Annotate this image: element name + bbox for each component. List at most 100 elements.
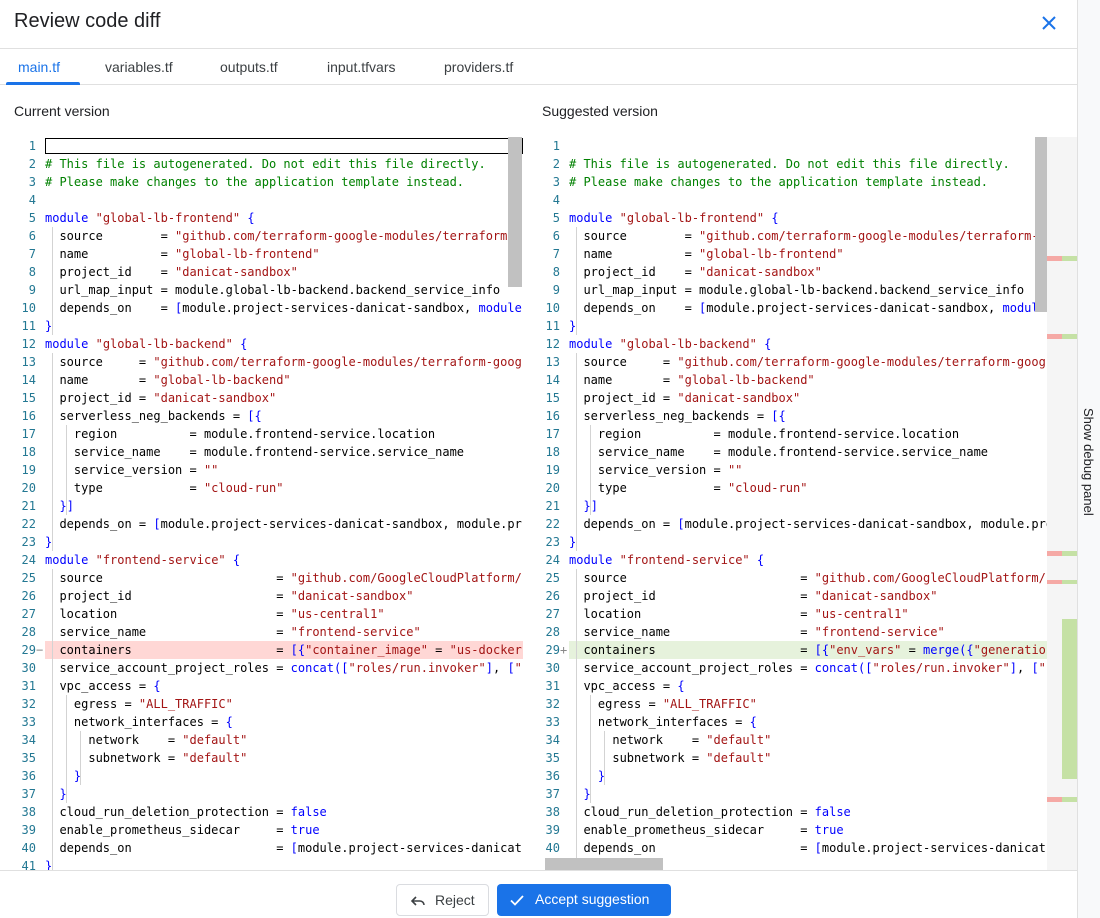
code-text: }] (59, 499, 74, 513)
current-line-highlight (569, 138, 1047, 154)
code-line: 29− containers = [{"container_image" = "… (14, 641, 523, 659)
code-line: 34 network = "default" (14, 731, 523, 749)
horizontal-scrollbar[interactable] (545, 858, 663, 870)
current-line-highlight (45, 138, 523, 154)
code-text: egress = "ALL_TRAFFIC" (569, 697, 757, 711)
line-number: 17 (545, 427, 560, 441)
code-line: 36 } (538, 767, 1077, 785)
code-line: 39 enable_prometheus_sidecar = true (14, 821, 523, 839)
debug-panel-strip[interactable]: Show debug panel (1077, 0, 1100, 918)
line-number: 37 (21, 787, 36, 801)
line-number: 33 (545, 715, 560, 729)
code-text: depends_on = [module.project-services-da… (45, 517, 522, 531)
indent-guide (52, 353, 53, 551)
indent-guide (66, 425, 67, 515)
line-number: 26 (545, 589, 560, 603)
reject-button[interactable]: Reject (396, 884, 489, 916)
code-line: 5 module "global-lb-frontend" { (14, 209, 523, 227)
code-text: module "frontend-service" { (569, 553, 765, 567)
line-number: 21 (545, 499, 560, 513)
code-text: egress = "ALL_TRAFFIC" (45, 697, 233, 711)
code-text: } (73, 769, 82, 783)
overview-removed-mark (1047, 580, 1062, 584)
code-text: name = "global-lb-frontend" (45, 247, 320, 261)
line-number: 38 (545, 805, 560, 819)
diff-overview-ruler[interactable] (1047, 137, 1077, 870)
line-number: 2 (28, 157, 36, 171)
code-line: 31 vpc_access = { (14, 677, 523, 695)
code-line: 38 cloud_run_deletion_protection = false (14, 803, 523, 821)
line-number: 21 (21, 499, 36, 513)
close-button[interactable] (1038, 12, 1060, 34)
line-number: 5 (28, 211, 36, 225)
code-text: network = "default" (45, 733, 248, 747)
code-text: } (59, 787, 67, 801)
code-line: 7 name = "global-lb-frontend" (14, 245, 523, 263)
accept-label: Accept suggestion (535, 891, 650, 907)
line-number: 39 (545, 823, 560, 837)
code-line: 8 project_id = "danicat-sandbox" (14, 263, 523, 281)
line-number: 32 (545, 697, 560, 711)
code-text: module "frontend-service" { (45, 553, 241, 567)
indent-guide (52, 569, 53, 870)
code-text: project_id = "danicat-sandbox" (45, 265, 298, 279)
code-line: 22 depends_on = [module.project-services… (14, 515, 523, 533)
current-version-editor[interactable]: 1 2 # This file is autogenerated. Do not e… (14, 137, 523, 870)
code-line: 25 source = "github.com/GoogleCloudPlatf… (538, 569, 1077, 587)
line-number: 7 (28, 247, 36, 261)
code-text: }] (583, 499, 598, 513)
code-text: service_account_project_roles = concat([… (45, 661, 522, 675)
line-number: 20 (545, 481, 560, 495)
tab-variables-tf[interactable]: variables.tf (105, 59, 173, 75)
accept-suggestion-button[interactable]: Accept suggestion (497, 884, 671, 916)
code-line: 13 source = "github.com/terraform-google… (538, 353, 1077, 371)
code-text: service_version = "" (45, 463, 219, 477)
code-text: service_name = module.frontend-service.s… (569, 445, 989, 459)
indent-guide (576, 353, 577, 551)
line-number: 22 (21, 517, 36, 531)
code-text: containers = [{"env_vars" = merge({"gene… (569, 643, 1054, 657)
undo-icon (410, 896, 425, 906)
code-line: 28 service_name = "frontend-service" (538, 623, 1077, 641)
line-number: 20 (21, 481, 36, 495)
indent-guide (80, 731, 81, 785)
code-text: depends_on = [module.project-services-da… (569, 301, 1046, 315)
code-text: project_id = "danicat-sandbox" (569, 265, 822, 279)
tab-providers-tf[interactable]: providers.tf (444, 59, 513, 75)
code-text: url_map_input = module.global-lb-backend… (569, 283, 1025, 297)
code-text: source = "github.com/terraform-google-mo… (45, 229, 522, 243)
line-number: 22 (545, 517, 560, 531)
code-line: 30 service_account_project_roles = conca… (538, 659, 1077, 677)
tab-main-tf[interactable]: main.tf (18, 59, 60, 75)
suggested-version-editor[interactable]: 1 2 # This file is autogenerated. Do not e… (538, 137, 1077, 870)
vertical-scrollbar-thumb[interactable] (508, 137, 522, 287)
line-number: 40 (21, 841, 36, 855)
indent-guide (66, 695, 67, 803)
line-number: 6 (28, 229, 36, 243)
code-line: 19 service_version = "" (14, 461, 523, 479)
overview-removed-mark (1047, 551, 1062, 556)
code-line: 23} (14, 533, 523, 551)
show-debug-panel-label[interactable]: Show debug panel (1081, 408, 1096, 516)
overview-added-mark (1062, 797, 1077, 802)
tab-outputs-tf[interactable]: outputs.tf (220, 59, 278, 75)
code-line: 24 module "frontend-service" { (14, 551, 523, 569)
code-text: service_version = "" (569, 463, 743, 477)
vertical-scrollbar-thumb[interactable] (1035, 137, 1047, 312)
line-number: 29 (545, 643, 560, 657)
code-text: depends_on = [module.project-services-da… (45, 301, 522, 315)
code-line: 36 } (14, 767, 523, 785)
code-text: source = "github.com/GoogleCloudPlatform… (569, 571, 1046, 585)
tab-input-tfvars[interactable]: input.tfvars (327, 59, 395, 75)
line-number: 36 (21, 769, 36, 783)
code-line: 4 (538, 191, 1077, 209)
code-line: 11} (14, 317, 523, 335)
line-number: 2 (552, 157, 560, 171)
code-line: 20 type = "cloud-run" (14, 479, 523, 497)
code-text: type = "cloud-run" (45, 481, 284, 495)
code-line: 10 depends_on = [module.project-services… (538, 299, 1077, 317)
code-text: cloud_run_deletion_protection = false (569, 805, 851, 819)
line-number: 16 (21, 409, 36, 423)
indent-guide (590, 425, 591, 515)
line-number: 12 (21, 337, 36, 351)
